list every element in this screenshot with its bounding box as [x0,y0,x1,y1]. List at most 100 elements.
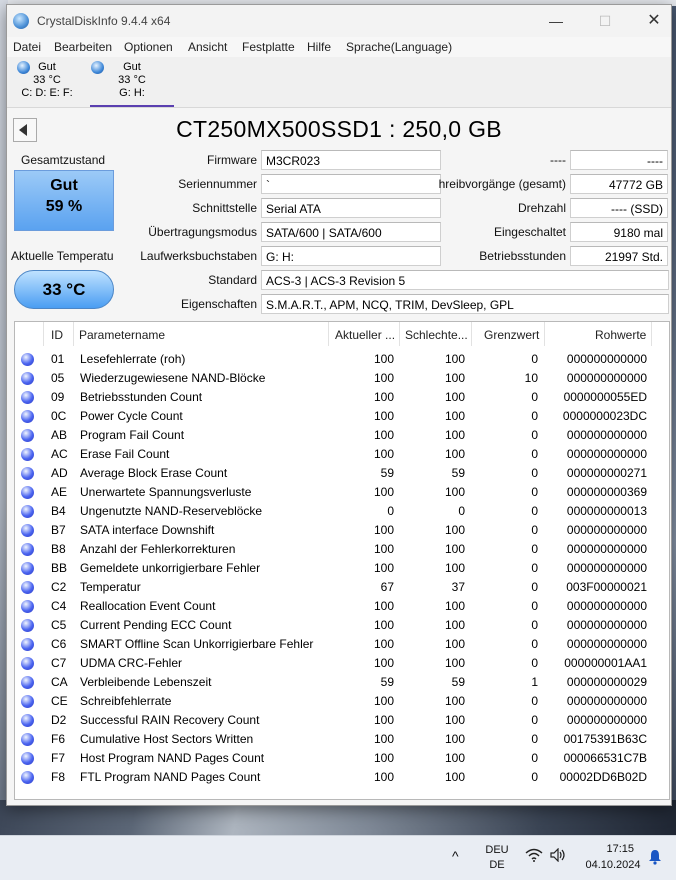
table-row[interactable]: B8 Anzahl der Fehlerkorrekturen 100 100 0 000… [15,540,669,559]
cell-threshold: 0 [531,694,538,708]
table-row[interactable]: 05 Wiederzugewiesene NAND-Blöcke 100 100 10 0… [15,369,669,388]
cell-current: 100 [373,561,394,575]
menu-festplatte[interactable]: Festplatte [242,40,295,54]
menu-datei[interactable]: Datei [13,40,41,54]
drive-button-1[interactable]: Gut 33 °C C: D: E: F: [17,57,77,105]
health-status-box[interactable]: Gut 59 % [14,170,114,231]
cell-raw: 000000000000 [566,447,647,461]
menu-sprache[interactable]: Sprache(Language) [346,40,452,54]
status-dot-icon [21,353,34,366]
speaker-icon[interactable] [549,847,567,865]
cell-worst: 100 [444,390,465,404]
title-bar[interactable]: CrystalDiskInfo 9.4.4 x64 — ☐ ✕ [7,5,671,37]
cell-name: Gemeldete unkorrigierbare Fehler [80,561,261,575]
clock[interactable]: 17:15 04.10.2024 [578,843,648,871]
cell-threshold: 0 [531,352,538,366]
cell-id: C5 [51,618,67,632]
col-current-header[interactable]: Aktueller ... [335,328,395,342]
cell-id: AC [51,447,68,461]
table-row[interactable]: 01 Lesefehlerrate (roh) 100 100 0 00000000000… [15,350,669,369]
cell-id: C7 [51,656,67,670]
table-row[interactable]: B7 SATA interface Downshift 100 100 0 0000000… [15,521,669,540]
cell-name: FTL Program NAND Pages Count [80,770,261,784]
status-dot-icon [21,429,34,442]
table-row[interactable]: C2 Temperatur 67 37 0 003F00000021 [15,578,669,597]
table-row[interactable]: AE Unerwartete Spannungsverluste 100 100 0 00… [15,483,669,502]
cell-name: Host Program NAND Pages Count [80,751,265,765]
table-row[interactable]: 09 Betriebsstunden Count 100 100 0 0000000055… [15,388,669,407]
cell-raw: 000000000000 [566,561,647,575]
temperature-display[interactable]: 33 °C [14,270,114,309]
table-row[interactable]: C4 Reallocation Event Count 100 100 0 0000000… [15,597,669,616]
cell-current: 100 [373,542,394,556]
col-name-header[interactable]: Parametername [79,328,165,342]
table-row[interactable]: F8 FTL Program NAND Pages Count 100 100 0 000… [15,768,669,787]
cell-threshold: 0 [531,599,538,613]
cell-worst: 100 [444,713,465,727]
cell-current: 100 [373,599,394,613]
table-row[interactable]: B4 Ungenutzte NAND-Reserveblöcke 0 0 0 000000… [15,502,669,521]
power-on-hours-label: Betriebsstunden [479,249,566,263]
cell-id: B8 [51,542,66,556]
table-row[interactable]: F6 Cumulative Host Sectors Written 100 100 0… [15,730,669,749]
status-dot-icon [21,372,34,385]
cell-current: 100 [373,409,394,423]
cell-current: 100 [373,618,394,632]
cell-id: F7 [51,751,66,765]
cell-current: 100 [373,447,394,461]
col-raw-header[interactable]: Rohwerte [595,328,646,342]
smart-attributes-table[interactable]: ID Parametername Aktueller ... Schlechte… [14,321,670,800]
drive-button-2[interactable]: Gut 33 °C G: H: [90,57,174,107]
cell-worst: 100 [444,637,465,651]
notification-bell-icon[interactable] [648,849,662,868]
unused-field: ---- [570,150,668,170]
maximize-button[interactable]: ☐ [582,5,628,37]
menu-bearbeiten[interactable]: Bearbeiten [54,40,112,54]
table-row[interactable]: AD Average Block Erase Count 59 59 0 00000000… [15,464,669,483]
menu-optionen[interactable]: Optionen [124,40,173,54]
table-row[interactable]: CA Verbleibende Lebenszeit 59 59 1 0000000000… [15,673,669,692]
cell-raw: 000000000000 [566,637,647,651]
minimize-button[interactable]: — [533,5,579,37]
table-row[interactable]: C6 SMART Offline Scan Unkorrigierbare Feh… [15,635,669,654]
cell-threshold: 0 [531,428,538,442]
cell-worst: 100 [444,561,465,575]
cell-current: 67 [380,580,394,594]
table-row[interactable]: D2 Successful RAIN Recovery Count 100 100 0 0… [15,711,669,730]
close-button[interactable]: ✕ [631,5,676,37]
taskbar: ^ DEU DE 17:15 04.10.2024 [0,835,676,880]
menu-hilfe[interactable]: Hilfe [307,40,331,54]
table-row[interactable]: CE Schreibfehlerrate 100 100 0 000000000000 [15,692,669,711]
table-row[interactable]: AC Erase Fail Count 100 100 0 000000000000 [15,445,669,464]
input-language-indicator[interactable]: DEU DE [480,844,514,871]
cell-id: C6 [51,637,67,651]
wifi-icon[interactable] [525,848,543,865]
cell-threshold: 0 [531,409,538,423]
col-threshold-header[interactable]: Grenzwert [484,328,539,342]
col-id-header[interactable]: ID [51,328,63,342]
table-row[interactable]: AB Program Fail Count 100 100 0 000000000000 [15,426,669,445]
interface-field: Serial ATA [261,198,441,218]
cell-worst: 100 [444,428,465,442]
table-row[interactable]: C5 Current Pending ECC Count 100 100 0 000000… [15,616,669,635]
cell-name: Wiederzugewiesene NAND-Blöcke [80,371,266,385]
show-hidden-icons-chevron-icon[interactable]: ^ [452,848,459,864]
cell-raw: 000000000029 [566,675,647,689]
table-row[interactable]: BB Gemeldete unkorrigierbare Fehler 100 100… [15,559,669,578]
cell-worst: 100 [444,352,465,366]
cell-current: 59 [380,675,394,689]
previous-drive-button[interactable] [13,118,37,142]
cell-id: C2 [51,580,67,594]
col-worst-header[interactable]: Schlechte... [405,328,468,342]
cell-worst: 100 [444,751,465,765]
cell-raw: 00002DD6B02D [559,770,647,784]
table-row[interactable]: 0C Power Cycle Count 100 100 0 0000000023DC [15,407,669,426]
cell-threshold: 10 [524,371,538,385]
cell-id: CE [51,694,68,708]
app-icon [13,13,29,29]
cell-worst: 100 [444,523,465,537]
menu-ansicht[interactable]: Ansicht [188,40,227,54]
table-row[interactable]: C7 UDMA CRC-Fehler 100 100 0 000000001AA1 [15,654,669,673]
cell-id: AE [51,485,68,499]
table-row[interactable]: F7 Host Program NAND Pages Count 100 100 0 00… [15,749,669,768]
